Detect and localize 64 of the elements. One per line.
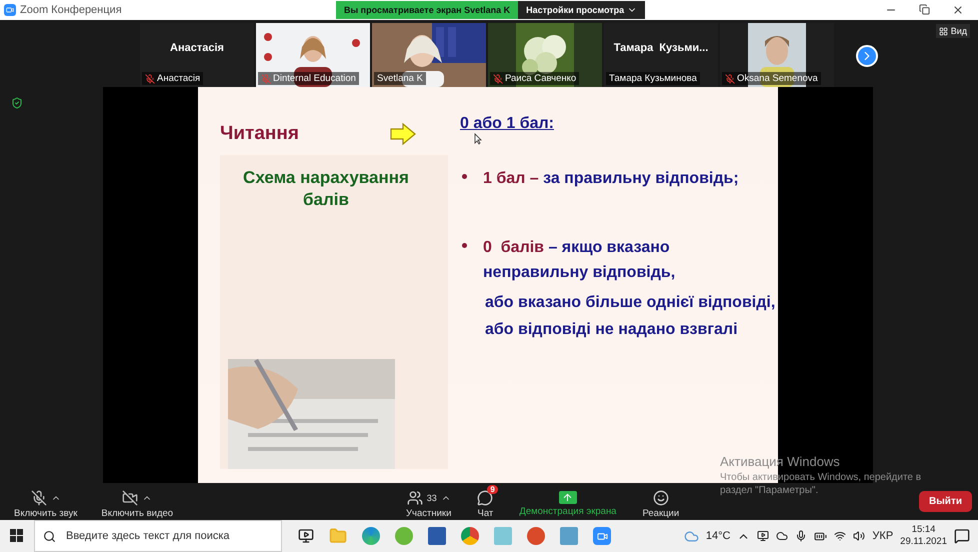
- bullet-text: або вказано більше однієї відповіді,: [485, 294, 776, 312]
- app-icon[interactable]: [527, 527, 545, 545]
- arrow-icon: [390, 123, 416, 145]
- weather-icon: [684, 528, 699, 544]
- participant-tile[interactable]: Анастасія Анастасія: [140, 23, 254, 87]
- notifications-icon[interactable]: [954, 528, 970, 544]
- close-icon[interactable]: [952, 4, 964, 16]
- cursor-icon: [474, 133, 482, 145]
- leave-button[interactable]: Выйти: [919, 491, 972, 512]
- grid-icon: [938, 26, 948, 36]
- browser-icon[interactable]: [461, 527, 479, 545]
- clock-date: 29.11.2021: [900, 536, 947, 548]
- unread-badge: 9: [487, 484, 498, 494]
- video-off-icon: [122, 490, 138, 506]
- tray-icon[interactable]: [757, 530, 770, 542]
- video-camera-icon: [4, 4, 16, 16]
- bullet-text: 1 бал – за правильну відповідь;: [483, 169, 740, 189]
- restore-icon[interactable]: [919, 4, 930, 15]
- participant-count: 33: [426, 492, 437, 502]
- people-icon: [406, 490, 423, 506]
- browser-icon[interactable]: [362, 527, 380, 545]
- participant-tile[interactable]: Svetlana K: [372, 23, 486, 87]
- video-camera-icon[interactable]: [593, 527, 611, 545]
- next-page-button[interactable]: [856, 45, 878, 67]
- smiley-icon: [652, 490, 669, 506]
- sharing-banner: Вы просматриваете экран Svetlana K: [336, 1, 518, 19]
- shield-icon: [11, 97, 23, 109]
- name-label: Раиса Савченко: [490, 72, 580, 85]
- microphone-icon[interactable]: [795, 530, 808, 542]
- share-screen-icon: [558, 491, 577, 504]
- chat-button[interactable]: 9 Чат: [469, 484, 502, 518]
- slide-heading: 0 або 1 бал:: [460, 115, 555, 133]
- name-label: Анастасія: [142, 72, 204, 85]
- cloud-icon[interactable]: [776, 530, 788, 542]
- participant-name: Анастасія: [170, 42, 224, 54]
- language-indicator[interactable]: УКР: [872, 530, 894, 542]
- name-label: Svetlana K: [374, 72, 426, 85]
- participants-button[interactable]: 33 Участники: [398, 484, 460, 518]
- scheme-title: Схема нарахування балів: [242, 167, 410, 212]
- search-icon: [43, 530, 56, 542]
- bullet-text: або відповіді не надано взвгалі: [485, 321, 739, 340]
- window-title: Zoom Конференция: [20, 4, 122, 16]
- temperature: 14°C: [706, 530, 730, 542]
- view-button[interactable]: Вид: [936, 24, 970, 38]
- share-button[interactable]: Демонстрация экрана: [511, 486, 624, 517]
- view-options-button[interactable]: Настройки просмотра: [518, 1, 646, 19]
- bullet-icon: [462, 242, 467, 248]
- muted-microphone-icon: [30, 490, 47, 506]
- windows-logo-icon: [10, 529, 24, 543]
- participant-tile[interactable]: Тамара Кузьми... Тамара Кузьминова: [604, 23, 718, 87]
- clock-time: 15:14: [912, 524, 936, 536]
- slide-title: Читання: [220, 123, 299, 145]
- volume-icon[interactable]: [853, 530, 866, 542]
- name-label: Oksana Semenova: [722, 72, 821, 85]
- participant-tile[interactable]: Раиса Савченко: [488, 23, 602, 87]
- name-label: Тамара Кузьминова: [606, 72, 700, 85]
- bullet-icon: [462, 174, 467, 179]
- participant-name: Тамара Кузьми...: [614, 42, 708, 54]
- mic-button[interactable]: Включить звук: [6, 484, 86, 518]
- task-view-icon[interactable]: [298, 528, 314, 544]
- search-bar[interactable]: Введите здесь текст для поиска: [34, 520, 282, 552]
- battery-icon[interactable]: [814, 530, 828, 542]
- video-button[interactable]: Включить видео: [93, 484, 182, 518]
- reactions-button[interactable]: Реакции: [634, 484, 688, 518]
